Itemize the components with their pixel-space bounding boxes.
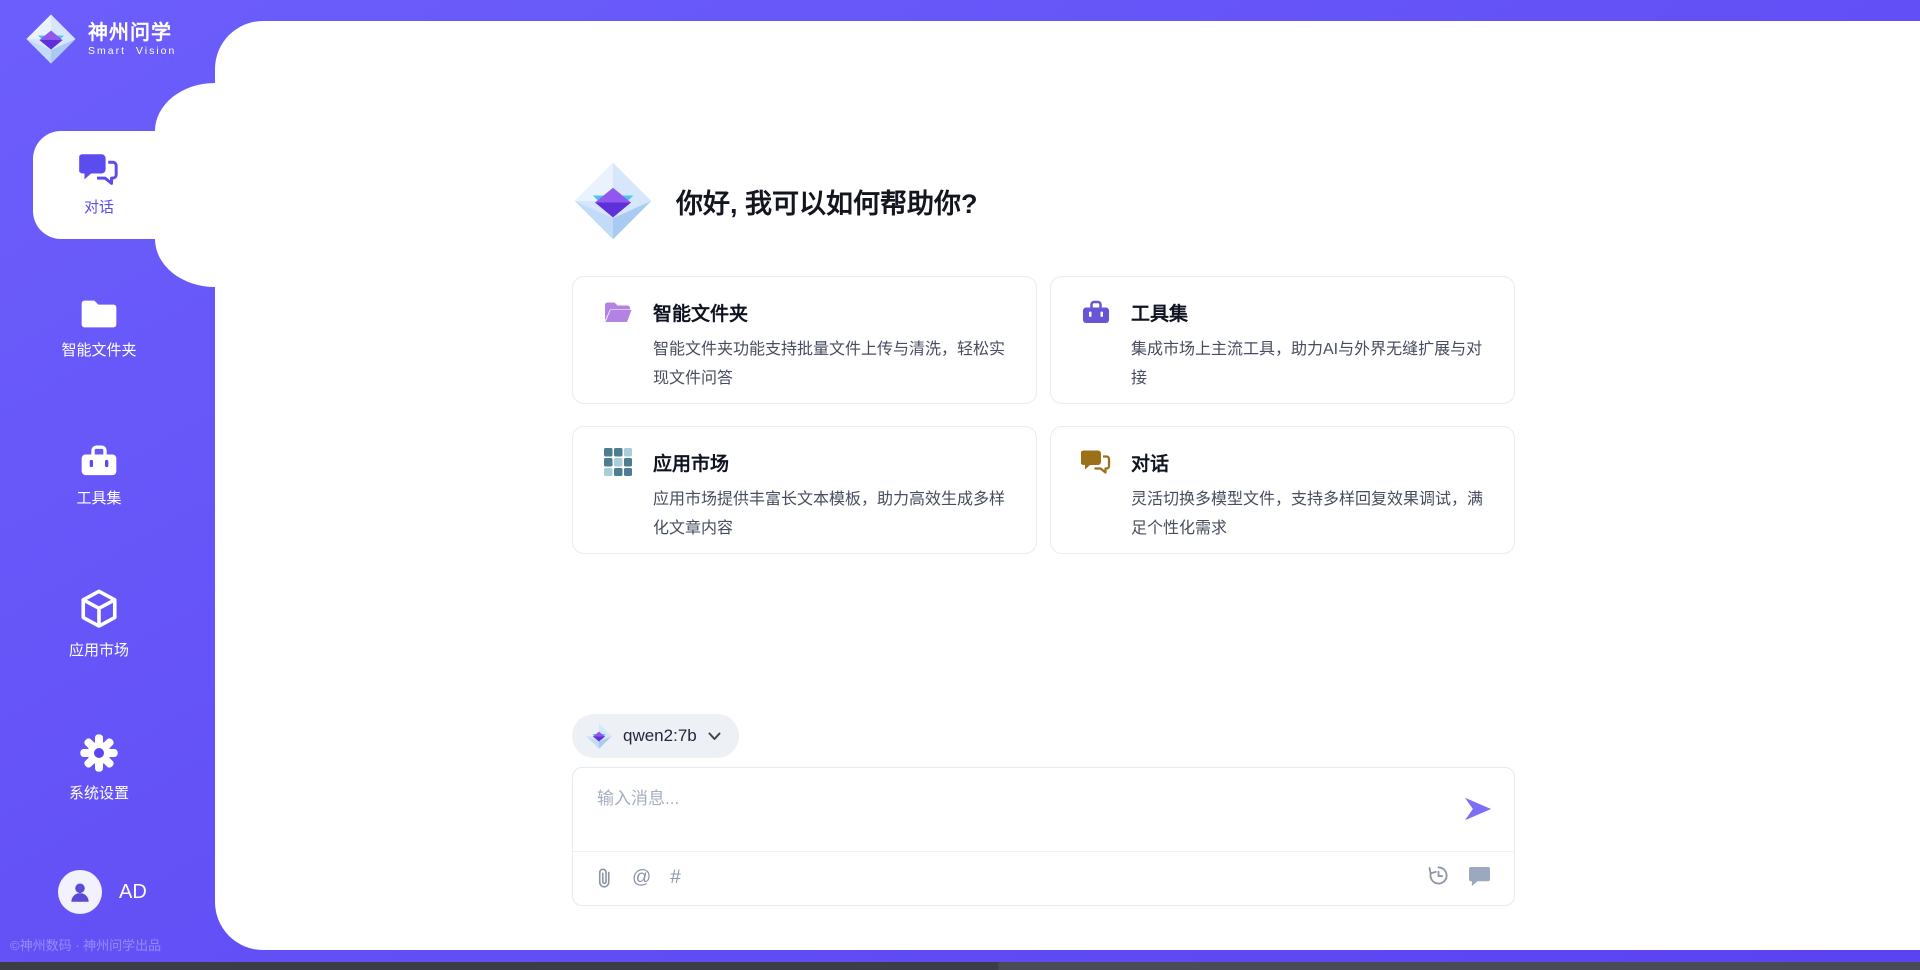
mention-icon[interactable]: @: [632, 864, 651, 892]
person-icon: [67, 879, 93, 905]
attachment-icon[interactable]: [596, 865, 613, 891]
sidebar-item-chat[interactable]: 对话: [33, 131, 215, 239]
card-chat[interactable]: 对话 灵活切换多模型文件，支持多样回复效果调试，满足个性化需求: [1050, 426, 1515, 554]
card-app-market[interactable]: 应用市场 应用市场提供丰富长文本模板，助力高效生成多样化文章内容: [572, 426, 1037, 554]
sidebar-item-label: 系统设置: [69, 782, 129, 803]
chat-icon: [79, 151, 119, 188]
gear-icon: [79, 733, 119, 773]
chat-icon: [1081, 447, 1111, 477]
assistant-logo-icon: [574, 162, 652, 240]
card-title: 应用市场: [653, 449, 729, 476]
brand-logo: 神州问学 Smart Vision: [26, 14, 176, 64]
greeting-title: 你好, 我可以如何帮助你?: [676, 182, 978, 221]
grid-icon: [603, 447, 633, 477]
brand-subtitle: Smart Vision: [88, 45, 176, 58]
model-logo-icon: [586, 723, 612, 749]
folder-icon: [79, 298, 119, 330]
user-name: AD: [119, 881, 147, 904]
card-description: 灵活切换多模型文件，支持多样回复效果调试，满足个性化需求: [1131, 485, 1492, 543]
sidebar-item-label: 对话: [84, 196, 114, 217]
card-toolset[interactable]: 工具集 集成市场上主流工具，助力AI与外界无缝扩展与对接: [1050, 276, 1515, 404]
brand-name: 神州问学: [88, 21, 176, 45]
chevron-down-icon: [708, 732, 721, 741]
card-title: 工具集: [1131, 299, 1188, 326]
toolbox-icon: [79, 443, 119, 478]
card-smart-folder[interactable]: 智能文件夹 智能文件夹功能支持批量文件上传与清洗，轻松实现文件问答: [572, 276, 1037, 404]
composer-divider: [573, 851, 1514, 852]
avatar: [58, 870, 102, 914]
bottom-window-edge: [0, 962, 1920, 970]
card-description: 应用市场提供丰富长文本模板，助力高效生成多样化文章内容: [653, 485, 1014, 543]
model-selector[interactable]: qwen2:7b: [572, 714, 739, 758]
app-window: 神州问学 Smart Vision 对话 智能文件夹 工具集: [0, 0, 1920, 970]
feature-cards: 智能文件夹 智能文件夹功能支持批量文件上传与清洗，轻松实现文件问答 工具集 集成…: [572, 276, 1515, 554]
sidebar: 神州问学 Smart Vision 对话 智能文件夹 工具集: [0, 0, 215, 970]
message-input[interactable]: [597, 784, 1437, 842]
copyright-footer: ©神州数码 · 神州问学出品: [10, 935, 215, 954]
hash-icon[interactable]: #: [670, 864, 681, 892]
history-icon[interactable]: [1427, 864, 1450, 887]
sidebar-item-app-market[interactable]: 应用市场: [33, 588, 165, 660]
card-title: 对话: [1131, 449, 1169, 476]
greeting: 你好, 我可以如何帮助你?: [574, 162, 978, 240]
folder-open-icon: [603, 297, 633, 327]
cube-icon: [79, 588, 119, 630]
comment-icon[interactable]: [1468, 866, 1491, 886]
sidebar-item-settings[interactable]: 系统设置: [33, 733, 165, 803]
sidebar-item-label: 应用市场: [69, 639, 129, 660]
sidebar-item-smart-folder[interactable]: 智能文件夹: [33, 298, 165, 360]
card-description: 智能文件夹功能支持批量文件上传与清洗，轻松实现文件问答: [653, 335, 1014, 393]
sidebar-item-label: 智能文件夹: [61, 339, 136, 360]
sidebar-item-label: 工具集: [76, 487, 121, 508]
card-title: 智能文件夹: [653, 299, 748, 326]
toolbox-icon: [1081, 297, 1111, 327]
card-description: 集成市场上主流工具，助力AI与外界无缝扩展与对接: [1131, 335, 1492, 393]
sidebar-item-toolset[interactable]: 工具集: [33, 443, 165, 508]
message-composer: @ #: [572, 767, 1515, 906]
brand-diamond-icon: [26, 14, 76, 64]
send-icon[interactable]: [1464, 796, 1492, 822]
model-name: qwen2:7b: [623, 726, 697, 746]
user-account[interactable]: AD: [58, 870, 147, 914]
